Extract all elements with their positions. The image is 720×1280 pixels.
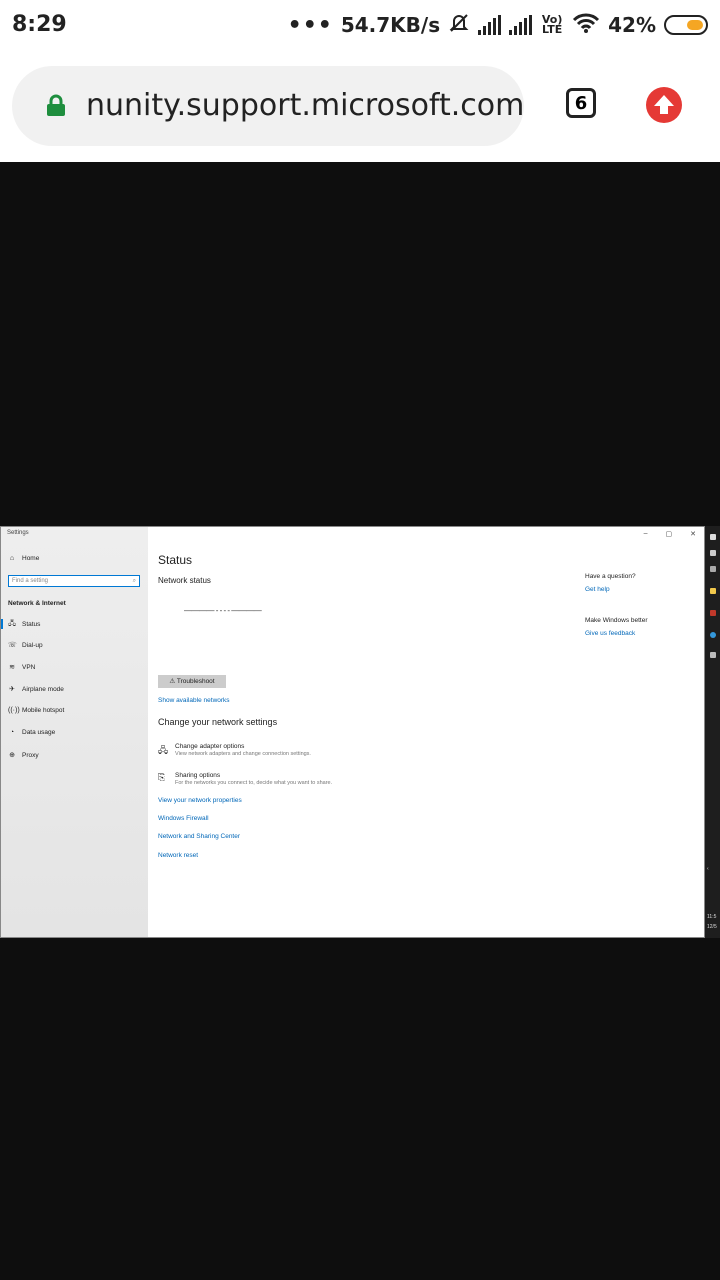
question-heading: Have a question? xyxy=(585,573,636,580)
notification-dots: ••• xyxy=(287,12,333,38)
sidebar-item-status[interactable]: 🖧 Status xyxy=(8,619,40,630)
lock-icon xyxy=(47,94,65,116)
sidebar-item-mobile-hotspot[interactable]: ((·)) Mobile hotspot xyxy=(8,707,64,714)
clock: 8:29 xyxy=(12,12,67,37)
taskbar-app-icon[interactable] xyxy=(710,610,716,616)
sidebar-item-label: Mobile hotspot xyxy=(22,707,65,714)
network-reset-link[interactable]: Network reset xyxy=(158,852,198,859)
signal-icon-2 xyxy=(509,15,533,35)
proxy-icon: ⊕ xyxy=(9,752,15,759)
feedback-heading: Make Windows better xyxy=(585,617,648,624)
status-icon: 🖧 xyxy=(8,620,16,627)
data-usage-icon: ◔ xyxy=(9,729,15,736)
sidebar-item-data-usage[interactable]: ◔ Data usage xyxy=(8,729,55,736)
taskbar-app-icon[interactable] xyxy=(710,588,716,594)
taskbar-strip: ‹ 11:5 12/5 xyxy=(705,526,720,938)
warning-icon: ⚠ xyxy=(169,678,177,685)
browser-toolbar: nunity.support.microsoft.com 6 xyxy=(0,52,720,162)
give-feedback-link[interactable]: Give us feedback xyxy=(585,630,635,637)
settings-gear-icon[interactable] xyxy=(710,652,716,658)
battery-icon xyxy=(664,15,708,35)
sidebar-item-label: Status xyxy=(22,621,41,628)
status-bar: 8:29 ••• 54.7KB/s Vo) LTE 42% xyxy=(0,0,720,52)
wifi-icon xyxy=(572,12,600,39)
network-sharing-center-link[interactable]: Network and Sharing Center xyxy=(158,833,240,840)
option-title: Change adapter options xyxy=(175,743,245,750)
app-title: Settings xyxy=(7,530,29,536)
sidebar-item-dial-up[interactable]: ☏ Dial-up xyxy=(8,641,43,650)
url-text: nunity.support.microsoft.com xyxy=(86,88,525,123)
settings-main: Status Network status ———— - - - - ———— … xyxy=(158,527,698,937)
change-settings-heading: Change your network settings xyxy=(158,717,278,727)
chevron-left-icon[interactable]: ‹ xyxy=(707,866,709,872)
settings-sidebar: Settings ⌂ Home Find a setting ⌕ Network… xyxy=(1,527,148,937)
sharing-icon: ⎘ xyxy=(158,772,166,782)
tab-switcher-button[interactable]: 6 xyxy=(566,88,596,118)
volte-icon: Vo) LTE xyxy=(541,13,563,36)
signal-icon xyxy=(478,15,502,35)
mute-icon xyxy=(448,12,470,39)
sidebar-item-label: Dial-up xyxy=(22,641,43,649)
sidebar-item-label: VPN xyxy=(22,663,36,671)
taskbar-app-icon[interactable] xyxy=(710,550,716,556)
troubleshoot-button[interactable]: ⚠ Troubleshoot xyxy=(158,675,226,688)
get-help-link[interactable]: Get help xyxy=(585,586,610,593)
page-title: Status xyxy=(158,553,193,567)
home-icon: ⌂ xyxy=(9,555,15,562)
update-button[interactable] xyxy=(646,87,682,123)
hotspot-icon: ((·)) xyxy=(8,707,20,714)
battery-percent: 42% xyxy=(608,13,656,37)
view-network-properties-link[interactable]: View your network properties xyxy=(158,797,242,804)
taskbar-app-icon[interactable] xyxy=(710,566,716,572)
taskbar-clock: 11:5 xyxy=(707,914,717,920)
arrow-up-icon xyxy=(654,95,674,114)
taskbar-date: 12/5 xyxy=(707,924,717,930)
find-setting-input[interactable]: Find a setting ⌕ xyxy=(8,575,140,587)
selection-indicator xyxy=(1,619,3,629)
network-status-label: Network status xyxy=(158,576,211,585)
sidebar-home[interactable]: ⌂ Home xyxy=(8,555,39,562)
status-icons: ••• 54.7KB/s Vo) LTE 42% xyxy=(288,10,708,40)
sidebar-section-title: Network & Internet xyxy=(8,600,66,607)
taskbar-app-icon[interactable] xyxy=(710,632,716,638)
settings-screenshot: Settings ⌂ Home Find a setting ⌕ Network… xyxy=(0,526,705,938)
taskbar-app-icon[interactable] xyxy=(710,534,716,540)
address-bar[interactable]: nunity.support.microsoft.com xyxy=(12,66,524,146)
option-subtitle: For the networks you connect to, decide … xyxy=(175,780,333,786)
sidebar-item-label: Proxy xyxy=(22,751,39,759)
sidebar-item-label: Airplane mode xyxy=(22,685,64,693)
vpn-icon: ≋ xyxy=(9,664,15,671)
windows-firewall-link[interactable]: Windows Firewall xyxy=(158,815,209,822)
sidebar-home-label: Home xyxy=(22,555,40,562)
dialup-icon: ☏ xyxy=(8,642,17,649)
airplane-icon: ✈ xyxy=(9,686,15,693)
show-available-networks-link[interactable]: Show available networks xyxy=(158,697,230,704)
adapter-icon: 🖧 xyxy=(158,745,169,755)
search-placeholder: Find a setting xyxy=(12,578,49,584)
network-status-diagram: ———— - - - - ———— xyxy=(184,606,262,615)
sidebar-item-label: Data usage xyxy=(22,729,56,736)
option-subtitle: View network adapters and change connect… xyxy=(175,751,311,757)
network-speed: 54.7KB/s xyxy=(340,13,441,37)
sidebar-item-proxy[interactable]: ⊕ Proxy xyxy=(8,751,39,760)
search-icon: ⌕ xyxy=(132,578,136,584)
option-title: Sharing options xyxy=(175,772,221,779)
sidebar-item-vpn[interactable]: ≋ VPN xyxy=(8,663,36,672)
sidebar-item-airplane-mode[interactable]: ✈ Airplane mode xyxy=(8,685,64,694)
troubleshoot-label: Troubleshoot xyxy=(176,678,215,685)
